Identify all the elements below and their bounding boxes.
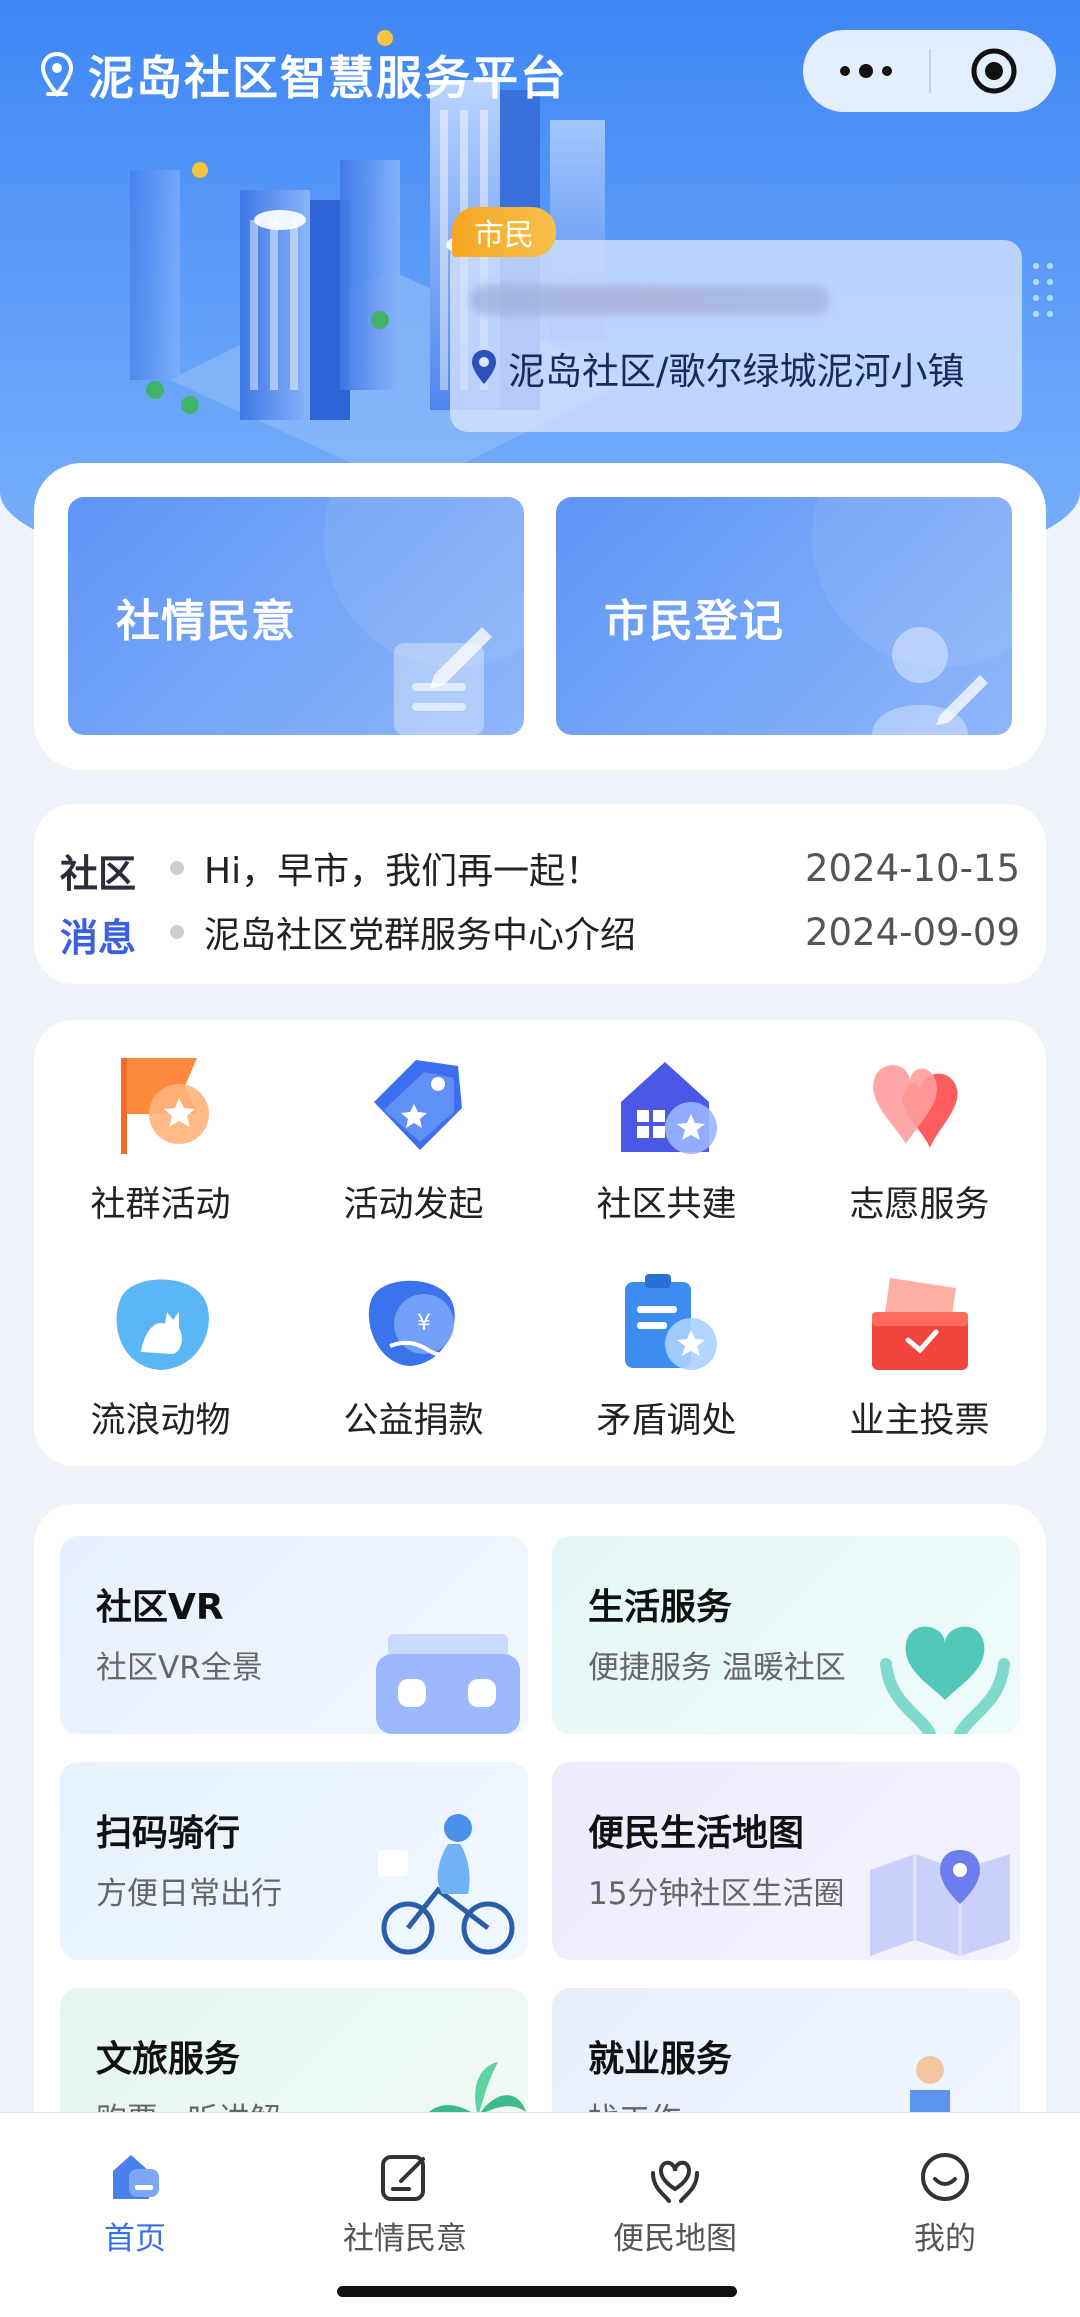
clipboard-star-icon: [624, 1274, 717, 1370]
more-dot: [859, 64, 873, 78]
service-label: 志愿服务: [849, 1185, 990, 1225]
news-item[interactable]: Hi，早市，我们再一起！ 2024-10-15: [170, 838, 1020, 898]
feature-subtitle: 方便日常出行: [96, 1876, 282, 1912]
tab-label: 首页: [104, 2221, 166, 2257]
feature-subtitle: 便捷服务 温暖社区: [588, 1650, 846, 1686]
more-button[interactable]: [803, 30, 929, 112]
tab-label: 社情民意: [343, 2221, 467, 2257]
tab-convenience-map[interactable]: 便民地图: [540, 2113, 810, 2263]
service-label: 社区共建: [596, 1185, 737, 1225]
tab-label: 便民地图: [613, 2221, 737, 2257]
location-pin-icon: [472, 350, 496, 384]
service-label: 活动发起: [343, 1185, 484, 1225]
quick-actions-panel: 社情民意 市民登记: [34, 463, 1046, 770]
heart-hands-icon: [880, 1626, 1010, 1734]
feature-title: 社区VR: [96, 1587, 224, 1628]
quick-action-feedback[interactable]: 社情民意: [68, 497, 524, 735]
news-title: 泥岛社区党群服务中心介绍: [204, 915, 637, 956]
dots-decoration: [1033, 263, 1053, 317]
service-mediation[interactable]: 矛盾调处: [540, 1268, 793, 1468]
feature-title: 扫码骑行: [96, 1813, 241, 1854]
community-address-text: 泥岛社区/歌尔绿城泥河小镇: [508, 350, 965, 393]
feature-title: 就业服务: [588, 2039, 733, 2080]
quick-action-label: 市民登记: [604, 596, 784, 647]
tag-star-icon: [373, 1060, 462, 1150]
flag-star-icon: [120, 1058, 209, 1154]
app-title-text: 泥岛社区智慧服务平台: [88, 51, 568, 105]
feature-life-map[interactable]: 便民生活地图 15分钟社区生活圈: [552, 1762, 1020, 1960]
news-title: Hi，早市，我们再一起！: [204, 851, 602, 892]
more-dot: [840, 66, 850, 76]
tab-mine[interactable]: 我的: [810, 2113, 1080, 2263]
news-logo-line1: 社区: [60, 852, 137, 896]
user-card[interactable]: [450, 240, 1022, 432]
close-target-icon: [971, 48, 1016, 94]
bullet-dot: [170, 861, 184, 875]
map-pin-icon: [870, 1850, 1010, 1956]
cat-icon: [116, 1279, 209, 1370]
service-owner-vote[interactable]: 业主投票: [793, 1268, 1046, 1468]
quick-action-label: 社情民意: [116, 596, 296, 647]
ballot-box-icon: [871, 1278, 968, 1370]
service-community-activities[interactable]: 社群活动: [34, 1052, 287, 1252]
news-logo-line2: 消息: [60, 916, 137, 960]
tab-home[interactable]: 首页: [0, 2113, 270, 2263]
tab-label: 我的: [914, 2221, 976, 2257]
mini-program-capsule: [803, 30, 1056, 112]
news-date: 2024-09-09: [804, 910, 1020, 954]
close-button[interactable]: [931, 46, 1056, 96]
quick-action-register[interactable]: 市民登记: [556, 497, 1012, 735]
heart-hand-icon: [651, 2160, 699, 2203]
feature-subtitle: 社区VR全景: [96, 1650, 263, 1686]
feature-community-vr[interactable]: 社区VR 社区VR全景: [60, 1536, 528, 1734]
news-logo: 社区 消息: [60, 842, 144, 970]
home-indicator[interactable]: [337, 2286, 737, 2297]
edit-note-icon: [381, 2155, 425, 2201]
location-pin-icon: [40, 52, 74, 98]
role-badge: 市民: [452, 207, 556, 257]
app-title: 泥岛社区智慧服务平台: [40, 40, 568, 110]
tab-public-opinion[interactable]: 社情民意: [270, 2113, 540, 2263]
service-label: 业主投票: [849, 1401, 990, 1441]
user-name-redacted: [470, 285, 830, 315]
more-dot: [882, 66, 892, 76]
service-label: 矛盾调处: [596, 1401, 737, 1441]
hearts-icon: [872, 1065, 958, 1148]
news-date: 2024-10-15: [804, 846, 1020, 890]
svg-text:¥: ¥: [417, 1311, 431, 1336]
feature-subtitle: 15分钟社区生活圈: [588, 1876, 845, 1912]
service-label: 社群活动: [90, 1185, 231, 1225]
smile-icon: [921, 2153, 969, 2201]
house-star-icon: [620, 1062, 717, 1154]
feature-life-services[interactable]: 生活服务 便捷服务 温暖社区: [552, 1536, 1020, 1734]
service-start-activity[interactable]: 活动发起: [287, 1052, 540, 1252]
feature-title: 文旅服务: [96, 2039, 241, 2080]
service-label: 公益捐款: [343, 1401, 484, 1441]
person-pen-icon: [872, 627, 988, 735]
bullet-dot: [170, 925, 184, 939]
donation-icon: ¥: [368, 1280, 455, 1366]
services-grid: 社群活动 活动发起 社区共建 志愿服务 流浪动物 ¥ 公益捐款 矛盾调处 业主投…: [34, 1020, 1046, 1466]
community-address: 泥岛社区/歌尔绿城泥河小镇: [470, 340, 964, 396]
service-label: 流浪动物: [90, 1401, 231, 1441]
service-volunteer[interactable]: 志愿服务: [793, 1052, 1046, 1252]
service-community-building[interactable]: 社区共建: [540, 1052, 793, 1252]
vr-headset-icon: [376, 1634, 520, 1734]
feature-scan-cycling[interactable]: 扫码骑行 方便日常出行: [60, 1762, 528, 1960]
community-news-panel: 社区 消息 Hi，早市，我们再一起！ 2024-10-15 泥岛社区党群服务中心…: [34, 804, 1046, 984]
feature-title: 生活服务: [588, 1587, 733, 1628]
document-pen-icon: [394, 627, 492, 735]
feature-title: 便民生活地图: [588, 1813, 805, 1854]
news-item[interactable]: 泥岛社区党群服务中心介绍 2024-09-09: [170, 902, 1020, 962]
cyclist-icon: [378, 1814, 515, 1955]
service-stray-animals[interactable]: 流浪动物: [34, 1268, 287, 1468]
home-icon: [113, 2155, 159, 2199]
service-donation[interactable]: ¥ 公益捐款: [287, 1268, 540, 1468]
